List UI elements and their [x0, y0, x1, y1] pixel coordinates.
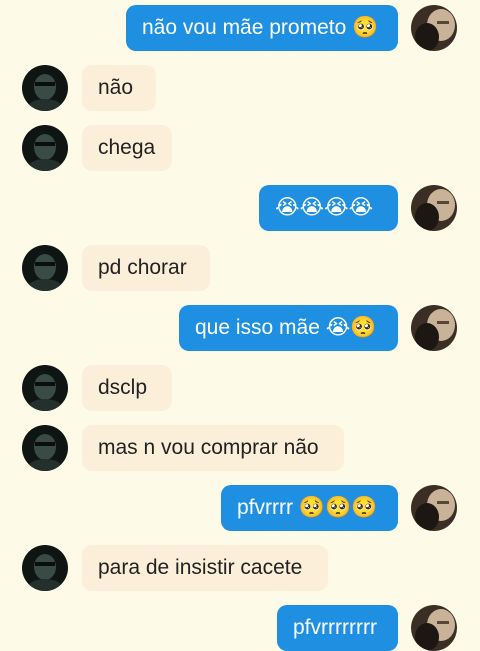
message-bubble-incoming[interactable]: dsclp: [82, 365, 172, 411]
message-bubble-outgoing[interactable]: não vou mãe prometo 🥺: [126, 5, 398, 51]
message-bubble-outgoing[interactable]: 😭😭😭😭: [259, 185, 398, 231]
message-bubble-outgoing[interactable]: pfvrrrr 🥺🥺🥺: [221, 485, 398, 531]
avatar[interactable]: [411, 485, 457, 531]
avatar[interactable]: [22, 365, 68, 411]
message-bubble-incoming[interactable]: para de insistir cacete: [82, 545, 328, 591]
message-bubble-outgoing[interactable]: que isso mãe 😭🥺: [179, 305, 398, 351]
avatar[interactable]: [22, 65, 68, 111]
message-bubble-incoming[interactable]: não: [82, 65, 156, 111]
avatar[interactable]: [22, 245, 68, 291]
avatar[interactable]: [22, 425, 68, 471]
message-bubble-outgoing[interactable]: pfvrrrrrrrr: [277, 605, 398, 651]
avatar[interactable]: [411, 185, 457, 231]
message-bubble-incoming[interactable]: chega: [82, 125, 172, 171]
message-bubble-incoming[interactable]: pd chorar: [82, 245, 210, 291]
avatar[interactable]: [411, 305, 457, 351]
avatar[interactable]: [22, 125, 68, 171]
message-bubble-incoming[interactable]: mas n vou comprar não: [82, 425, 344, 471]
avatar[interactable]: [411, 605, 457, 651]
avatar[interactable]: [411, 5, 457, 51]
avatar[interactable]: [22, 545, 68, 591]
